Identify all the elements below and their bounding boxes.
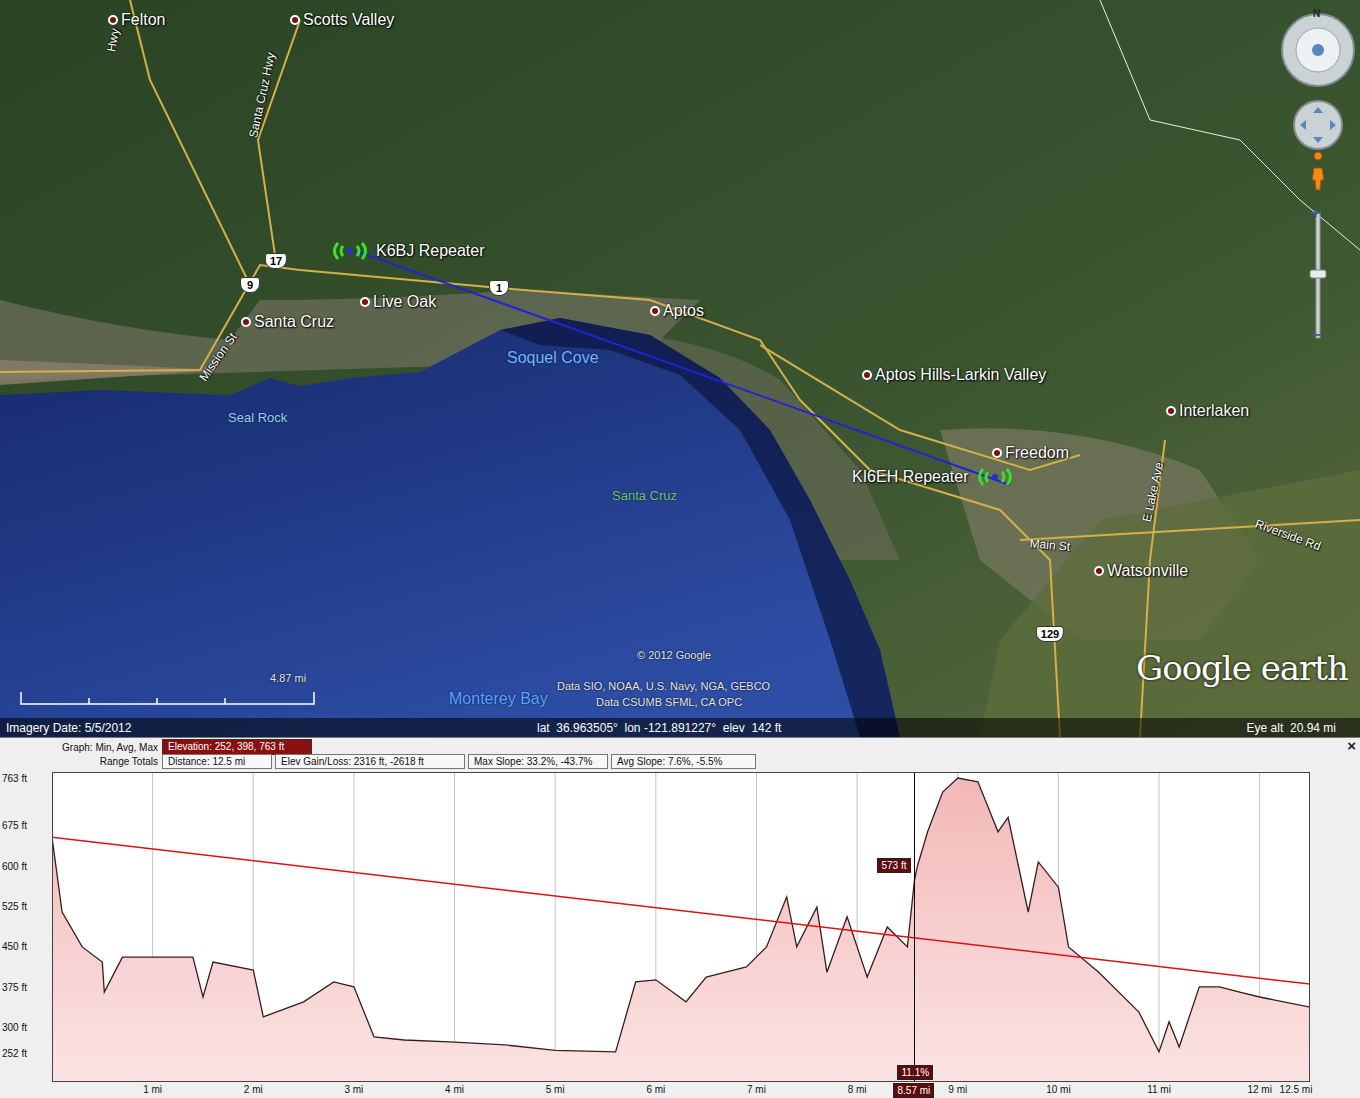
place-label[interactable]: Scotts Valley: [290, 11, 394, 29]
north-indicator[interactable]: N: [1313, 8, 1320, 19]
x-axis-tick: 2 mi: [244, 1084, 263, 1095]
place-label[interactable]: Aptos: [650, 302, 704, 320]
highway-shield: 9: [240, 277, 260, 293]
scale-bar: 4.87 mi: [20, 672, 320, 708]
x-axis-tick: 3 mi: [344, 1084, 363, 1095]
cursor-line[interactable]: [914, 772, 915, 1082]
place-marker[interactable]: [241, 317, 251, 327]
water-label: Santa Cruz: [612, 488, 677, 503]
range-stat: Distance: 12.5 mi: [162, 754, 272, 769]
zoom-in-button[interactable]: +: [1311, 204, 1320, 222]
status-bar: Imagery Date: 5/5/2012lat 36.963505° lon…: [0, 718, 1360, 737]
place-marker[interactable]: [1094, 566, 1104, 576]
y-axis-tick: 375 ft: [0, 981, 48, 992]
grid-line: [1159, 772, 1160, 1082]
repeater-placemark[interactable]: KI6EH Repeater: [852, 466, 1017, 488]
place-marker[interactable]: [650, 306, 660, 316]
attribution-text: Data CSUMB SFML, CA OPC: [596, 696, 742, 708]
water-label: Seal Rock: [228, 410, 287, 425]
grid-line: [454, 772, 455, 1082]
y-axis-tick: 252 ft: [0, 1047, 48, 1058]
cursor-elevation: 573 ft: [877, 858, 910, 873]
cursor-slope: 11.1%: [897, 1065, 933, 1080]
place-label[interactable]: Aptos Hills-Larkin Valley: [862, 366, 1046, 384]
x-axis-tick: 4 mi: [445, 1084, 464, 1095]
eye-altitude: Eye alt 20.94 mi: [1247, 721, 1336, 735]
cursor-position: lat 36.963505° lon -121.891227° elev 142…: [537, 721, 1247, 735]
place-marker[interactable]: [862, 370, 872, 380]
place-marker[interactable]: [1166, 406, 1176, 416]
street-view-pegman-icon[interactable]: [1312, 152, 1324, 190]
highway-shield: 129: [1036, 626, 1064, 642]
place-label[interactable]: Live Oak: [360, 293, 436, 311]
x-axis-tick: 10 mi: [1046, 1084, 1070, 1095]
range-label: Range Totals: [0, 756, 162, 767]
highway-shield: 17: [265, 253, 287, 269]
y-axis-tick: 675 ft: [0, 820, 48, 831]
y-axis-tick: 525 ft: [0, 901, 48, 912]
google-earth-logo: Google earth: [1136, 648, 1348, 688]
place-marker[interactable]: [108, 15, 118, 25]
repeater-icon[interactable]: [973, 466, 1017, 488]
elevation-area: [52, 778, 1310, 1082]
range-stat: Avg Slope: 7.6%, -5.5%: [611, 754, 756, 769]
y-axis-tick: 600 ft: [0, 860, 48, 871]
repeater-placemark[interactable]: K6BJ Repeater: [328, 240, 485, 262]
imagery-date: Imagery Date: 5/5/2012: [6, 721, 537, 735]
elevation-line: [52, 778, 1310, 1052]
graph-label: Graph: Min, Avg, Max: [0, 742, 162, 753]
x-axis-tick: 11 mi: [1147, 1084, 1171, 1095]
navigation-controls[interactable]: N + −: [1278, 8, 1358, 353]
place-label[interactable]: Freedom: [992, 444, 1069, 462]
sight-line: [52, 837, 1310, 984]
x-axis-tick: 5 mi: [546, 1084, 565, 1095]
close-button[interactable]: ×: [1347, 737, 1356, 754]
x-axis-tick: 12.5 mi: [1280, 1084, 1313, 1095]
zoom-out-button[interactable]: −: [1312, 326, 1321, 344]
x-axis-tick: 9 mi: [948, 1084, 967, 1095]
range-stat: Max Slope: 33.2%, -43.7%: [468, 754, 608, 769]
place-marker[interactable]: [290, 15, 300, 25]
place-label[interactable]: Felton: [108, 11, 165, 29]
place-marker[interactable]: [992, 448, 1002, 458]
water-label: Monterey Bay: [449, 690, 548, 708]
place-marker[interactable]: [360, 297, 370, 307]
attribution-text: © 2012 Google: [637, 649, 711, 661]
map-view[interactable]: Felton Scotts Valley Santa Cruz Live Oak Apt…: [0, 0, 1360, 737]
y-axis-tick: 300 ft: [0, 1022, 48, 1033]
y-axis-tick: 763 ft: [0, 772, 48, 783]
place-label[interactable]: Interlaken: [1166, 402, 1249, 420]
water-label: Soquel Cove: [507, 349, 599, 367]
x-axis-tick: 1 mi: [143, 1084, 162, 1095]
x-axis-tick: 7 mi: [747, 1084, 766, 1095]
repeater-icon[interactable]: [328, 240, 372, 262]
grid-line: [555, 772, 556, 1082]
place-label[interactable]: Watsonville: [1094, 562, 1188, 580]
highway-shield: 1: [489, 280, 509, 296]
y-axis-tick: 450 ft: [0, 941, 48, 952]
x-axis-tick: 6 mi: [646, 1084, 665, 1095]
x-axis-tick: 8 mi: [848, 1084, 867, 1095]
cursor-distance: 8.57 mi: [893, 1083, 934, 1098]
place-label[interactable]: Santa Cruz: [241, 313, 334, 331]
elevation-profile-panel[interactable]: Graph: Min, Avg, MaxElevation: 252, 398,…: [0, 737, 1360, 1098]
x-axis-tick: 12 mi: [1247, 1084, 1271, 1095]
attribution-text: Data SIO, NOAA, U.S. Navy, NGA, GEBCO: [557, 680, 770, 692]
elevation-chart[interactable]: 763 ft 675 ft 600 ft 525 ft 450 ft 375 ft 300 …: [0, 769, 1360, 1098]
range-stat: Elev Gain/Loss: 2316 ft, -2618 ft: [275, 754, 465, 769]
